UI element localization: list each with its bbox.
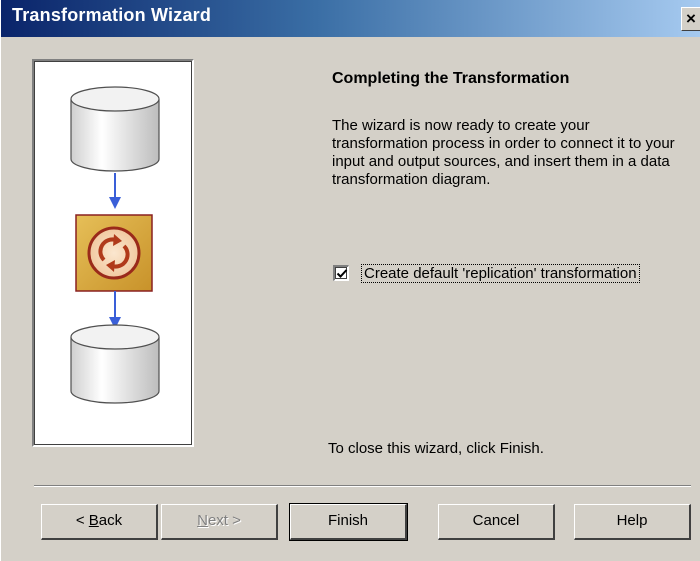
cancel-button[interactable]: Cancel <box>438 504 555 540</box>
back-button-prefix: < <box>75 512 89 529</box>
back-button-label: ack <box>98 512 123 529</box>
close-instruction-text: To close this wizard, click Finish. <box>328 440 544 457</box>
next-button[interactable]: Next > <box>161 504 278 540</box>
back-button-accesskey: B <box>88 512 99 529</box>
flow-arrow-icon <box>109 291 121 329</box>
replication-checkbox-label[interactable]: Create default 'replication' transformat… <box>361 264 640 283</box>
checkmark-icon <box>336 269 348 278</box>
close-button[interactable]: × <box>681 7 700 31</box>
next-button-label: ext > <box>207 512 241 529</box>
database-cylinder-icon <box>70 86 160 172</box>
finish-button-label: Finish <box>327 512 368 529</box>
transformation-process-icon <box>75 214 153 292</box>
database-cylinder-icon <box>70 324 160 404</box>
flow-arrow-icon <box>109 173 121 209</box>
window-title: Transformation Wizard <box>12 5 212 25</box>
separator <box>34 485 691 487</box>
help-button-label: Help <box>616 512 648 529</box>
title-bar[interactable]: Transformation Wizard × <box>1 0 700 37</box>
description-text: The wizard is now ready to create your t… <box>332 117 675 188</box>
cancel-button-label: Cancel <box>472 512 520 529</box>
page-heading: Completing the Transformation <box>332 70 570 87</box>
replication-checkbox[interactable] <box>333 265 349 281</box>
next-button-accesskey: N <box>197 512 208 529</box>
help-button[interactable]: Help <box>574 504 691 540</box>
wizard-window: Transformation Wizard × Completing the T… <box>0 0 700 561</box>
finish-button[interactable]: Finish <box>289 503 408 541</box>
transformation-illustration <box>70 86 160 404</box>
close-icon: × <box>686 9 696 28</box>
back-button[interactable]: < Back <box>41 504 158 540</box>
illustration-panel <box>32 59 194 447</box>
